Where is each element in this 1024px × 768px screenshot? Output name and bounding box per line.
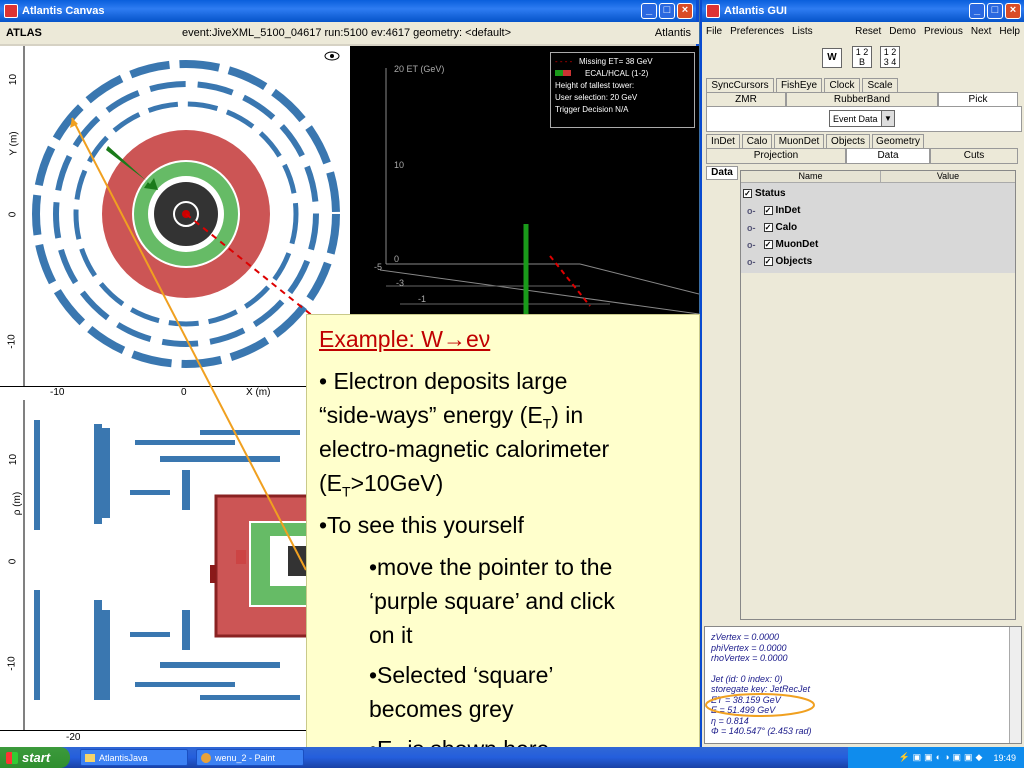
- pointer-line: [71, 117, 307, 571]
- tray-icons[interactable]: ⚡▣▣◐◑▣▣◆: [898, 752, 985, 763]
- note-bullet1-line4: (ET>10GeV): [319, 470, 444, 500]
- explanation-note: Example: W→eν • Electron deposits large …: [306, 314, 700, 768]
- note-sub1-line1: •move the pointer to the: [369, 554, 613, 580]
- windows-logo-icon: [6, 751, 18, 764]
- note-bullet1-line1: • Electron deposits large: [319, 368, 568, 394]
- paint-icon: [201, 752, 211, 763]
- system-tray: ⚡▣▣◐◑▣▣◆ 19:49: [848, 747, 1024, 768]
- taskbar-item-paint[interactable]: wenu_2 - Paint: [196, 749, 304, 766]
- folder-icon: [85, 753, 95, 762]
- taskbar-item-atlantisjava[interactable]: AtlantisJava: [80, 749, 188, 766]
- note-bullet2: •To see this yourself: [319, 512, 524, 538]
- note-heading: Example: W→eν: [319, 326, 491, 352]
- clock: 19:49: [993, 752, 1016, 763]
- note-sub1-line2: ‘purple square’ and click: [369, 588, 615, 614]
- note-sub2-line1: •Selected ‘square’: [369, 662, 554, 688]
- note-bullet1-line3: electro-magnetic calorimeter: [319, 436, 610, 462]
- start-button[interactable]: start: [0, 747, 70, 768]
- note-sub2-line2: becomes grey: [369, 696, 514, 722]
- taskbar: start AtlantisJava wenu_2 - Paint ⚡▣▣◐◑▣…: [0, 747, 1024, 768]
- note-sub1-line3: on it: [369, 622, 413, 648]
- note-bullet1-line2: “side-ways” energy (ET) in: [319, 402, 584, 432]
